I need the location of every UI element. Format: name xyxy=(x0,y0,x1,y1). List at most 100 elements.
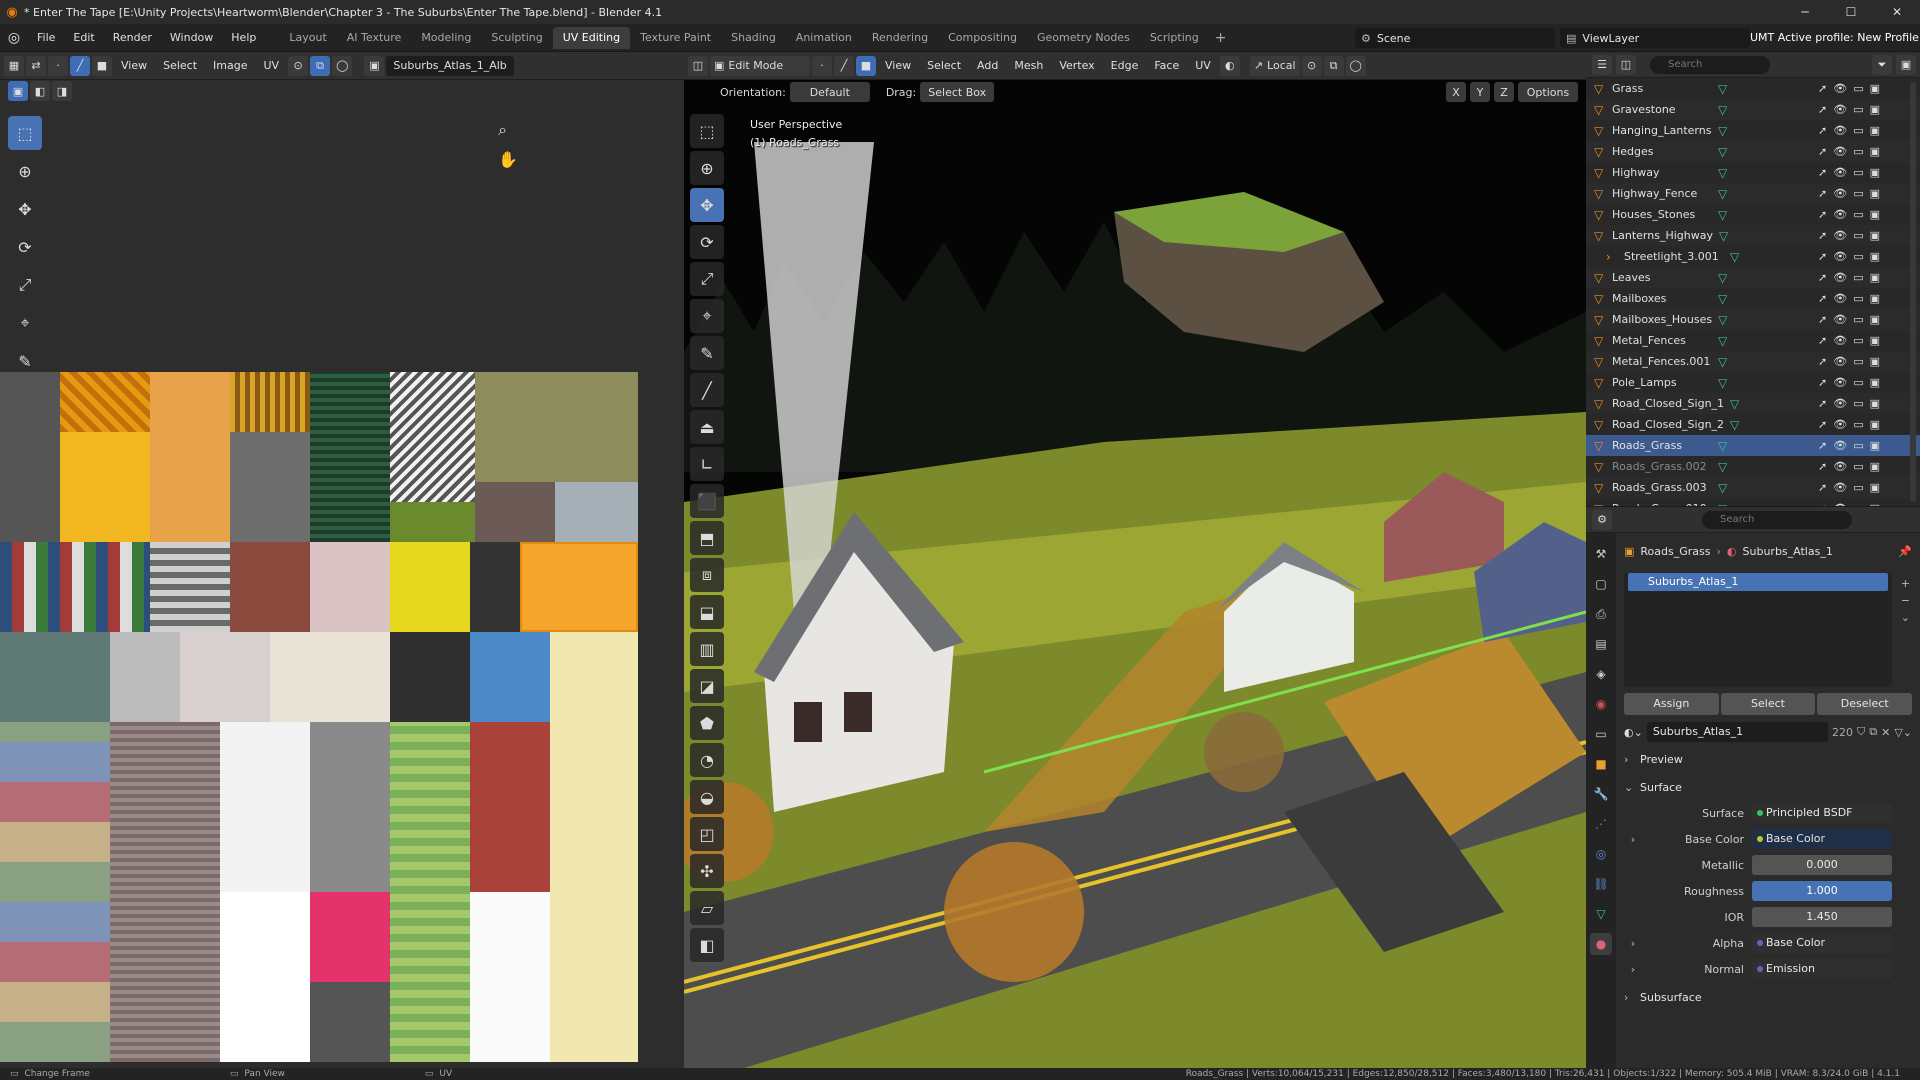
output-tab-icon[interactable]: ⎙ xyxy=(1590,603,1612,625)
face-mode-icon[interactable]: ■ xyxy=(856,55,876,76)
chevron-right-icon[interactable]: › xyxy=(1624,833,1642,846)
tab-shading[interactable]: Shading xyxy=(721,27,786,49)
assign-button[interactable]: Assign xyxy=(1624,693,1719,715)
vp-menu-vertex[interactable]: Vertex xyxy=(1052,59,1101,72)
properties-search-input[interactable]: Search xyxy=(1702,510,1852,529)
mode-selector[interactable]: ▣ Edit Mode xyxy=(710,55,810,76)
tab-layout[interactable]: Layout xyxy=(279,27,336,49)
properties-editor-type-icon[interactable]: ⚙ xyxy=(1592,509,1612,530)
bevel-tool-icon[interactable]: ⬓ xyxy=(690,595,724,629)
orientation-dropdown[interactable]: Default xyxy=(789,82,870,102)
uv-sync-icon[interactable]: ⇄ xyxy=(26,55,46,76)
viewport-display-icon[interactable]: ▭ xyxy=(1853,376,1863,389)
properties-editor[interactable]: ⚙ Search ⚒ ▢ ⎙ ▤ ◈ ◉ ▭ ■ 🔧 ⋰ ◎ ⛓ ▽ ● ▣ R… xyxy=(1586,506,1920,1069)
eye-icon[interactable]: 👁 xyxy=(1833,208,1847,221)
selectable-arrow-icon[interactable]: ➚ xyxy=(1818,250,1827,263)
outliner-item[interactable]: ▽ Hedges ▽ ➚ 👁 ▭ ▣ xyxy=(1586,141,1920,162)
view-layer-tab-icon[interactable]: ▤ xyxy=(1590,633,1612,655)
render-camera-icon[interactable]: ▣ xyxy=(1870,187,1880,200)
eye-icon[interactable]: 👁 xyxy=(1833,355,1847,368)
selectable-arrow-icon[interactable]: ➚ xyxy=(1818,334,1827,347)
selectable-arrow-icon[interactable]: ➚ xyxy=(1818,418,1827,431)
mesh-data-icon[interactable]: ▽ xyxy=(1718,124,1727,138)
outliner-item[interactable]: ▽ Pole_Lamps ▽ ➚ 👁 ▭ ▣ xyxy=(1586,372,1920,393)
menu-window[interactable]: Window xyxy=(161,31,222,44)
rotate-tool-icon[interactable]: ⟳ xyxy=(8,230,42,264)
editor-type-icon[interactable]: ▦ xyxy=(4,55,24,76)
annotate-line-tool-icon[interactable]: ╱ xyxy=(690,373,724,407)
annotate-3d-tool-icon[interactable]: ✎ xyxy=(690,336,724,370)
unlink-material-icon[interactable]: ✕ xyxy=(1881,726,1890,739)
surface-panel-header[interactable]: ⌄ Surface xyxy=(1624,775,1912,799)
pin-icon[interactable]: 📌 xyxy=(1898,545,1912,558)
menu-edit[interactable]: Edit xyxy=(64,31,103,44)
tab-scripting[interactable]: Scripting xyxy=(1140,27,1209,49)
material-tab-icon[interactable]: ● xyxy=(1590,933,1612,955)
material-users-count[interactable]: 220 xyxy=(1832,726,1853,739)
eye-icon[interactable]: 👁 xyxy=(1833,103,1847,116)
vertex-mode-icon[interactable]: · xyxy=(812,55,832,76)
mesh-data-icon[interactable]: ▽ xyxy=(1718,208,1727,222)
outliner-item[interactable]: ▽ Highway ▽ ➚ 👁 ▭ ▣ xyxy=(1586,162,1920,183)
vp-menu-mesh[interactable]: Mesh xyxy=(1007,59,1050,72)
outliner-item[interactable]: ▽ Road_Closed_Sign_1 ▽ ➚ 👁 ▭ ▣ xyxy=(1586,393,1920,414)
mesh-data-icon[interactable]: ▽ xyxy=(1718,103,1727,117)
viewport-display-icon[interactable]: ▭ xyxy=(1853,82,1863,95)
eye-icon[interactable]: 👁 xyxy=(1833,334,1847,347)
render-camera-icon[interactable]: ▣ xyxy=(1870,166,1880,179)
display-mode-icon[interactable]: ◫ xyxy=(1616,54,1636,75)
image-browse-icon[interactable]: ▣ xyxy=(364,55,385,76)
slot-menu-chevron-icon[interactable]: ⌄ xyxy=(1901,611,1910,624)
roughness-field[interactable]: 1.000 xyxy=(1752,881,1892,901)
mesh-data-icon[interactable]: ▽ xyxy=(1730,250,1739,264)
render-camera-icon[interactable]: ▣ xyxy=(1870,481,1880,494)
outliner-item[interactable]: ▽ Hanging_Lanterns ▽ ➚ 👁 ▭ ▣ xyxy=(1586,120,1920,141)
eye-icon[interactable]: 👁 xyxy=(1833,397,1847,410)
selectable-arrow-icon[interactable]: ➚ xyxy=(1818,145,1827,158)
viewport-display-icon[interactable]: ▭ xyxy=(1853,355,1863,368)
maximize-icon[interactable]: ☐ xyxy=(1828,0,1874,24)
proportional-edit-icon[interactable]: ◯ xyxy=(332,55,353,76)
render-camera-icon[interactable]: ▣ xyxy=(1870,124,1880,137)
outliner-item[interactable]: ▽ Grass ▽ ➚ 👁 ▭ ▣ xyxy=(1586,78,1920,99)
eye-icon[interactable]: 👁 xyxy=(1833,271,1847,284)
tab-modeling[interactable]: Modeling xyxy=(411,27,481,49)
transform-tool-icon[interactable]: ⌖ xyxy=(8,306,42,340)
render-camera-icon[interactable]: ▣ xyxy=(1870,208,1880,221)
outliner-item[interactable]: ▽ Metal_Fences.001 ▽ ➚ 👁 ▭ ▣ xyxy=(1586,351,1920,372)
edge-slide-tool-icon[interactable]: ◰ xyxy=(690,817,724,851)
eye-icon[interactable]: 👁 xyxy=(1833,460,1847,473)
mesh-data-icon[interactable]: ▽ xyxy=(1718,292,1727,306)
outliner-item[interactable]: ▽ Mailboxes_Houses ▽ ➚ 👁 ▭ ▣ xyxy=(1586,309,1920,330)
tab-geometry-nodes[interactable]: Geometry Nodes xyxy=(1027,27,1140,49)
fake-user-icon[interactable]: ⛉ xyxy=(1857,725,1865,739)
mesh-data-icon[interactable]: ▽ xyxy=(1718,355,1727,369)
viewport-display-icon[interactable]: ▭ xyxy=(1853,103,1863,116)
select-tool-icon[interactable]: ⬚ xyxy=(690,114,724,148)
vp-menu-select[interactable]: Select xyxy=(920,59,968,72)
tool-tab-icon[interactable]: ⚒ xyxy=(1590,543,1612,565)
render-camera-icon[interactable]: ▣ xyxy=(1870,460,1880,473)
mesh-data-icon[interactable]: ▽ xyxy=(1718,166,1727,180)
render-camera-icon[interactable]: ▣ xyxy=(1870,397,1880,410)
select-box-tool-icon[interactable]: ⬚ xyxy=(8,116,42,150)
outliner-item[interactable]: ▽ Metal_Fences ▽ ➚ 👁 ▭ ▣ xyxy=(1586,330,1920,351)
shading-overlay-icon[interactable]: ◐ xyxy=(1219,55,1240,76)
poly-build-tool-icon[interactable]: ⬟ xyxy=(690,706,724,740)
uv-editor[interactable]: ▦ ⇄ · ╱ ■ View Select Image UV ⊙ ⧉ ◯ ▣ S… xyxy=(0,52,684,1068)
render-camera-icon[interactable]: ▣ xyxy=(1870,82,1880,95)
mesh-data-icon[interactable]: ▽ xyxy=(1718,334,1727,348)
snap-icon[interactable]: ⧉ xyxy=(310,55,331,76)
data-tab-icon[interactable]: ▽ xyxy=(1590,903,1612,925)
rip-region-tool-icon[interactable]: ◧ xyxy=(690,928,724,962)
mesh-data-icon[interactable]: ▽ xyxy=(1719,229,1728,243)
pivot-point-icon[interactable]: ⊙ xyxy=(1301,55,1322,76)
scene-selector[interactable]: ⚙ Scene xyxy=(1355,28,1555,48)
render-camera-icon[interactable]: ▣ xyxy=(1870,103,1880,116)
viewport-display-icon[interactable]: ▭ xyxy=(1853,397,1863,410)
base-color-field[interactable]: Base Color xyxy=(1752,829,1892,849)
cursor-tool-icon[interactable]: ⊕ xyxy=(8,154,42,188)
shrink-fatten-tool-icon[interactable]: ✣ xyxy=(690,854,724,888)
tab-animation[interactable]: Animation xyxy=(786,27,862,49)
loop-cut-tool-icon[interactable]: ▥ xyxy=(690,632,724,666)
